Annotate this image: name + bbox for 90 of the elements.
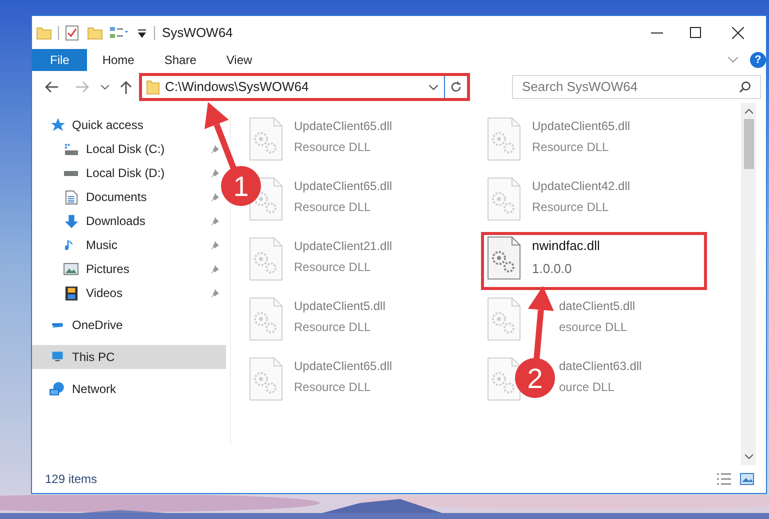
- file-name: UpdateClient65.dll: [294, 118, 392, 135]
- ribbon-tab[interactable]: View: [211, 49, 268, 71]
- file-detail: Resource DLL: [294, 379, 372, 396]
- drive-icon: [64, 142, 78, 156]
- gear-document-icon: [249, 117, 283, 161]
- pin-icon[interactable]: [210, 264, 219, 274]
- file-detail: Resource DLL: [532, 139, 610, 156]
- picture-icon: [63, 262, 79, 276]
- file-name: UpdateClient5.dll: [294, 298, 386, 315]
- gear-document-icon: [487, 297, 521, 341]
- ribbon-tab[interactable]: Share: [149, 49, 212, 71]
- file-detail: 1.0.0.0: [532, 260, 573, 278]
- up-icon[interactable]: [120, 80, 132, 94]
- sidebar-item[interactable]: This PC: [32, 345, 226, 369]
- dropdown-icon[interactable]: [137, 28, 147, 38]
- file-name: UpdateClient65.dll: [294, 178, 392, 195]
- help-button[interactable]: ?: [750, 52, 766, 68]
- gear-document-icon: [249, 237, 283, 281]
- folder-icon: [146, 79, 160, 95]
- tiles-view-icon[interactable]: [740, 473, 754, 485]
- scrollbar[interactable]: [741, 103, 756, 465]
- item-count: 129 items: [45, 471, 98, 488]
- sidebar-label: Downloads: [86, 213, 146, 230]
- scroll-thumb[interactable]: [744, 119, 754, 169]
- pin-icon[interactable]: [210, 144, 219, 154]
- maximize-icon[interactable]: [690, 27, 701, 38]
- star-icon: [49, 117, 65, 133]
- sidebar-label: This PC: [72, 349, 115, 366]
- sidebar-label: Documents: [86, 189, 147, 206]
- file-name: UpdateClient65.dll: [294, 358, 392, 375]
- search-input[interactable]: Search SysWOW64: [522, 77, 739, 97]
- file-name: dateClient63.dll: [559, 358, 642, 375]
- file-detail: Resource DLL: [294, 199, 372, 216]
- file-detail: ource DLL: [559, 379, 616, 396]
- sidebar-label: OneDrive: [72, 317, 123, 334]
- dropdown-caret-icon[interactable]: [429, 84, 438, 90]
- number-badge: 1: [221, 166, 261, 206]
- gear-document-icon: [487, 177, 521, 221]
- pin-icon[interactable]: [210, 288, 219, 298]
- file-detail: esource DLL: [559, 319, 628, 336]
- film-icon: [64, 286, 78, 300]
- properties-icon[interactable]: [109, 26, 131, 40]
- checklist-icon[interactable]: [65, 24, 79, 40]
- address-field[interactable]: C:\Windows\SysWOW64: [139, 73, 470, 101]
- scroll-up-icon[interactable]: [744, 109, 752, 114]
- recent-caret-icon[interactable]: [101, 84, 109, 90]
- chevron-icon[interactable]: [728, 57, 738, 63]
- sidebar-label: Videos: [86, 285, 122, 302]
- ribbon-tab[interactable]: File: [32, 49, 88, 71]
- file-name: UpdateClient65.dll: [532, 118, 630, 135]
- gear-document-icon: [487, 117, 521, 161]
- file-detail: Resource DLL: [294, 139, 372, 156]
- sidebar-label: Local Disk (D:): [86, 165, 165, 182]
- scroll-down-icon[interactable]: [744, 454, 752, 459]
- gear-document-icon: [487, 236, 521, 280]
- gear-document-icon: [249, 357, 283, 401]
- file-name: dateClient5.dll: [559, 298, 636, 315]
- drive-icon: [64, 170, 78, 176]
- globe-icon: [48, 380, 66, 398]
- file-detail: Resource DLL: [294, 319, 372, 336]
- file-name: nwindfac.dll: [532, 237, 600, 255]
- file-name: UpdateClient42.dll: [532, 178, 630, 195]
- number-badge: 2: [515, 358, 555, 398]
- sidebar-label: Pictures: [86, 261, 130, 278]
- pin-icon[interactable]: [210, 192, 219, 202]
- search-field[interactable]: Search SysWOW64: [512, 75, 761, 99]
- file-detail: Resource DLL: [294, 259, 372, 276]
- address-path: C:\Windows\SysWOW64: [165, 78, 310, 96]
- search-icon[interactable]: [739, 81, 751, 93]
- sidebar-label: Local Disk (C:): [86, 141, 165, 158]
- sidebar-label: Network: [72, 381, 116, 398]
- file-detail: Resource DLL: [532, 199, 610, 216]
- minimize-icon[interactable]: [651, 32, 663, 34]
- gear-document-icon: [487, 357, 521, 401]
- file-item[interactable]: nwindfac.dll 1.0.0.0: [481, 232, 707, 290]
- sidebar-label: Music: [86, 237, 118, 254]
- sidebar-label: Quick access: [72, 117, 144, 134]
- details-view-icon[interactable]: [716, 473, 732, 485]
- window-title: SysWOW64: [162, 24, 233, 42]
- file-name: UpdateClient21.dll: [294, 238, 392, 255]
- gear-document-icon: [249, 297, 283, 341]
- refresh-icon[interactable]: [450, 81, 462, 93]
- back-icon[interactable]: [45, 81, 59, 93]
- pin-icon[interactable]: [210, 240, 219, 250]
- pin-icon[interactable]: [210, 216, 219, 226]
- pin-icon[interactable]: [210, 168, 219, 178]
- download-icon: [64, 214, 78, 228]
- close-icon[interactable]: [732, 26, 744, 38]
- ribbon-tab[interactable]: Home: [87, 49, 150, 71]
- document-icon: [64, 190, 78, 204]
